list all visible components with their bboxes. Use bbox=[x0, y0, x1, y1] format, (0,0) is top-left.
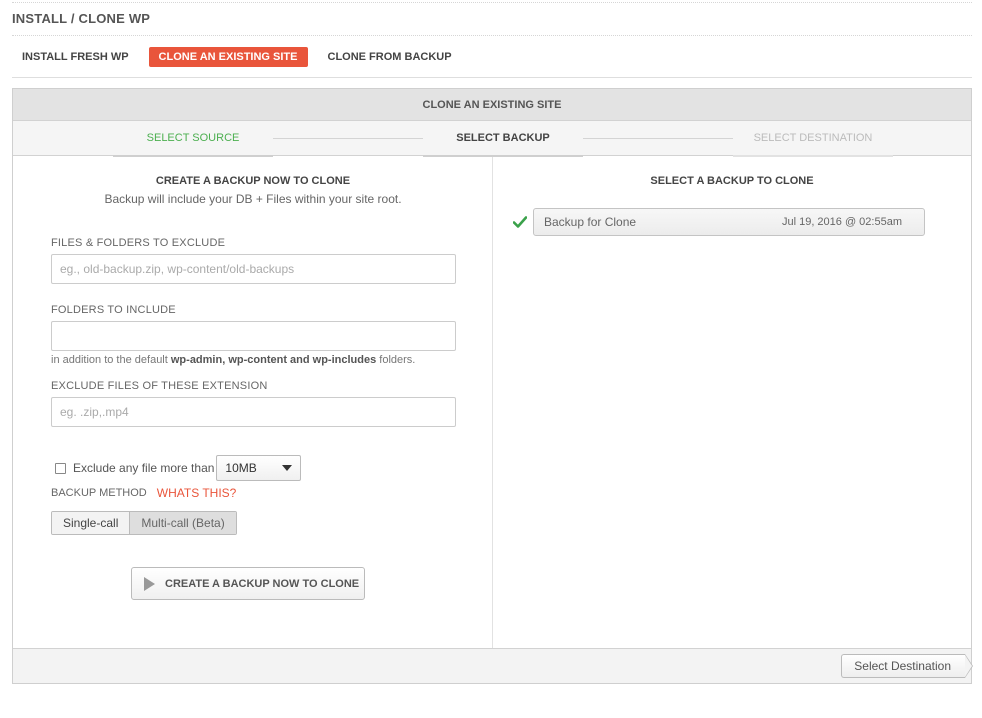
check-icon bbox=[513, 216, 527, 228]
tab-clone-existing-site[interactable]: CLONE AN EXISTING SITE bbox=[148, 47, 308, 67]
backup-list-item[interactable]: Backup for Clone Jul 19, 2016 @ 02:55am bbox=[513, 208, 925, 236]
step-connector bbox=[583, 138, 733, 139]
step-select-source[interactable]: SELECT SOURCE bbox=[113, 121, 273, 157]
size-limit-select[interactable]: 10MB bbox=[216, 455, 302, 481]
hint-default-folders: wp-admin, wp-content and wp-includes bbox=[170, 354, 377, 366]
extension-label: EXCLUDE FILES OF THESE EXTENSION bbox=[51, 380, 268, 392]
backup-item-button[interactable]: Backup for Clone Jul 19, 2016 @ 02:55am bbox=[533, 208, 925, 236]
page-title: INSTALL / CLONE WP bbox=[12, 11, 151, 26]
create-backup-title: CREATE A BACKUP NOW TO CLONE bbox=[155, 175, 351, 187]
tabs-divider bbox=[12, 77, 972, 78]
include-hint: in addition to the default wp-admin, wp-… bbox=[51, 354, 415, 366]
step-label: SELECT DESTINATION bbox=[753, 132, 873, 144]
hint-suffix: folders. bbox=[376, 354, 416, 366]
multi-call-button[interactable]: Multi-call (Beta) bbox=[129, 512, 236, 534]
exclude-label: FILES & FOLDERS TO EXCLUDE bbox=[51, 237, 226, 249]
backup-date: Jul 19, 2016 @ 02:55am bbox=[781, 216, 902, 228]
size-limit-label[interactable]: Exclude any file more than bbox=[73, 461, 214, 475]
select-backup-section: SELECT A BACKUP TO CLONE Backup for Clon… bbox=[493, 157, 971, 648]
select-backup-title: SELECT A BACKUP TO CLONE bbox=[650, 175, 814, 187]
exclude-input[interactable] bbox=[51, 254, 456, 284]
caret-down-icon bbox=[282, 465, 293, 471]
step-connector bbox=[273, 138, 423, 139]
title-divider bbox=[12, 35, 972, 36]
play-icon bbox=[144, 576, 155, 591]
include-input[interactable] bbox=[51, 321, 456, 351]
backup-method-row: BACKUP METHOD WHATS THIS? bbox=[51, 486, 236, 500]
backup-method-toggle: Single-call Multi-call (Beta) bbox=[51, 511, 237, 535]
tab-install-fresh-wp[interactable]: INSTALL FRESH WP bbox=[12, 47, 139, 67]
single-call-button[interactable]: Single-call bbox=[52, 512, 130, 534]
clone-tabs: INSTALL FRESH WP CLONE AN EXISTING SITE … bbox=[12, 46, 472, 68]
hint-prefix: in addition to the default bbox=[51, 354, 171, 366]
create-backup-subtitle: Backup will include your DB + Files with… bbox=[104, 192, 402, 206]
panel-footer: Select Destination bbox=[13, 648, 973, 683]
step-label: SELECT SOURCE bbox=[146, 132, 240, 144]
step-select-destination: SELECT DESTINATION bbox=[733, 121, 893, 157]
step-select-backup: SELECT BACKUP bbox=[423, 121, 583, 157]
clone-panel: CLONE AN EXISTING SITE SELECT SOURCE SEL… bbox=[12, 88, 973, 684]
whats-this-link[interactable]: WHATS THIS? bbox=[157, 486, 237, 500]
create-backup-button[interactable]: CREATE A BACKUP NOW TO CLONE bbox=[131, 567, 365, 600]
select-destination-button[interactable]: Select Destination bbox=[841, 654, 973, 678]
backup-name: Backup for Clone bbox=[544, 215, 637, 229]
size-limit-value: 10MB bbox=[225, 461, 257, 475]
top-divider bbox=[12, 2, 972, 3]
include-label: FOLDERS TO INCLUDE bbox=[51, 304, 176, 316]
create-backup-section: CREATE A BACKUP NOW TO CLONE Backup will… bbox=[13, 157, 493, 648]
size-limit-row: Exclude any file more than 10MB bbox=[55, 455, 302, 481]
create-backup-button-label: CREATE A BACKUP NOW TO CLONE bbox=[165, 577, 360, 590]
extension-input[interactable] bbox=[51, 397, 456, 427]
panel-header: CLONE AN EXISTING SITE bbox=[13, 89, 971, 121]
tab-clone-from-backup[interactable]: CLONE FROM BACKUP bbox=[318, 47, 462, 67]
step-label: SELECT BACKUP bbox=[456, 132, 550, 144]
wizard-steps: SELECT SOURCE SELECT BACKUP SELECT DESTI… bbox=[13, 121, 971, 157]
size-limit-checkbox[interactable] bbox=[55, 462, 66, 474]
backup-method-label: BACKUP METHOD bbox=[51, 487, 147, 499]
